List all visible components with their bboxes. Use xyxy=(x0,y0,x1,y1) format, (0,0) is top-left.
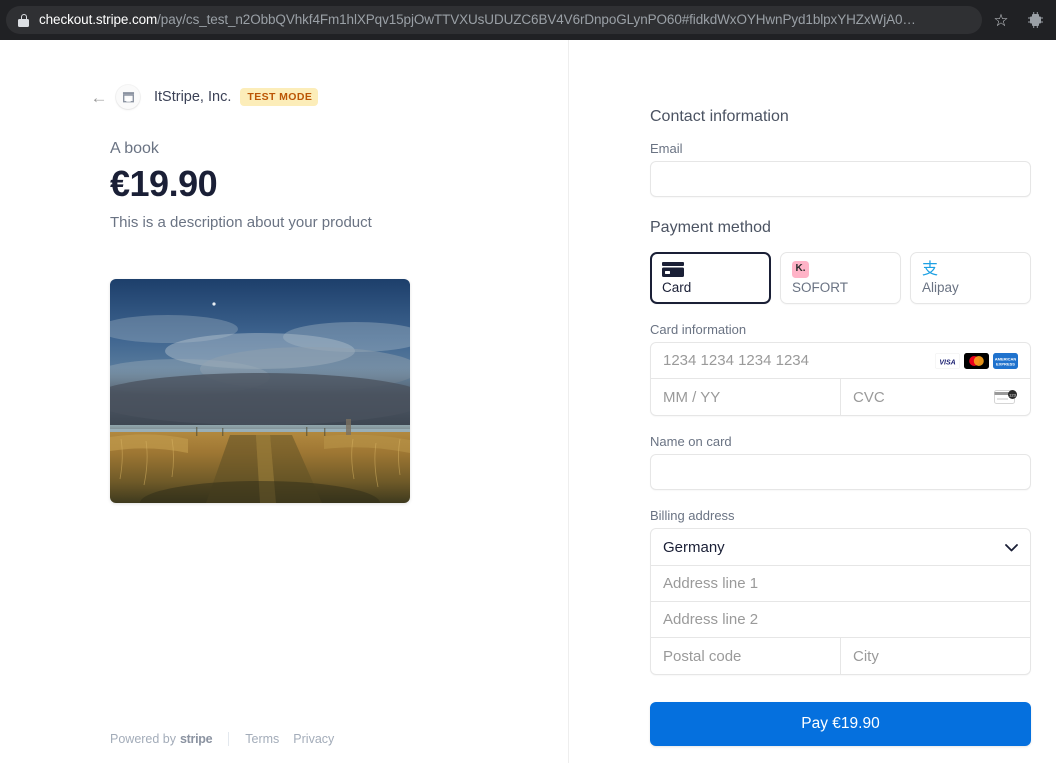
billing-address-group: Germany Address line 1 Address line 2 Po… xyxy=(650,528,1031,675)
alipay-glyph: 支 xyxy=(922,259,939,278)
svg-text:VISA: VISA xyxy=(939,359,955,366)
extension-puzzle-glyph xyxy=(1027,12,1043,28)
address-line2-placeholder: Address line 2 xyxy=(663,611,759,628)
payment-tab-alipay[interactable]: 支 Alipay xyxy=(910,252,1031,304)
country-select[interactable]: Germany xyxy=(651,529,1030,566)
country-value: Germany xyxy=(663,538,725,556)
payment-method-title: Payment method xyxy=(650,219,771,236)
email-label: Email xyxy=(650,141,683,156)
postal-code-field[interactable]: Postal code xyxy=(651,638,840,674)
payment-tab-card-label: Card xyxy=(662,280,692,295)
svg-text:123: 123 xyxy=(1009,392,1016,397)
address-line2-field[interactable]: Address line 2 xyxy=(651,602,1030,638)
back-arrow-icon[interactable]: ← xyxy=(88,86,110,108)
card-expiry-field[interactable]: MM / YY xyxy=(651,379,840,415)
pay-button[interactable]: Pay €19.90 xyxy=(650,702,1031,746)
footer: Powered by stripe Terms Privacy xyxy=(110,732,348,746)
powered-by-stripe[interactable]: Powered by stripe xyxy=(110,732,213,746)
payment-tab-sofort-label: SOFORT xyxy=(792,280,849,295)
card-cvc-placeholder: CVC xyxy=(853,388,885,406)
merchant-header: ← ItStripe, Inc. TEST MODE xyxy=(88,84,568,110)
visa-icon: VISA xyxy=(935,352,960,369)
klarna-badge-text: K. xyxy=(792,260,809,278)
url-path: /pay/cs_test_n2ObbQVhkf4Fm1hlXPqv15pjOwT… xyxy=(157,12,916,27)
payment-method-tabs: Card K. SOFORT 支 Alipay xyxy=(650,252,1031,304)
postal-code-placeholder: Postal code xyxy=(663,647,742,665)
card-expiry-cvc-row: MM / YY CVC 123 xyxy=(651,379,1030,415)
order-summary-panel: ← ItStripe, Inc. TEST MODE A book €19.90… xyxy=(0,40,569,763)
payment-tab-card[interactable]: Card xyxy=(650,252,771,304)
product-name: A book xyxy=(110,140,159,157)
address-line1-placeholder: Address line 1 xyxy=(663,575,759,592)
city-field[interactable]: City xyxy=(840,638,1030,674)
store-icon xyxy=(122,92,134,103)
mastercard-icon xyxy=(964,352,989,369)
url-text: checkout.stripe.com/pay/cs_test_n2ObbQVh… xyxy=(39,6,916,34)
bookmark-star-icon[interactable]: ☆ xyxy=(986,5,1016,35)
svg-text:EXPRESS: EXPRESS xyxy=(996,361,1015,366)
klarna-icon: K. xyxy=(792,260,890,278)
product-image xyxy=(110,278,410,503)
payment-tab-alipay-label: Alipay xyxy=(922,280,959,295)
name-on-card-label: Name on card xyxy=(650,434,732,449)
checkout-page: ← ItStripe, Inc. TEST MODE A book €19.90… xyxy=(0,40,1056,763)
extensions-icon[interactable] xyxy=(1020,5,1050,35)
browser-toolbar: checkout.stripe.com/pay/cs_test_n2ObbQVh… xyxy=(0,0,1056,40)
amex-icon: AMERICAN EXPRESS xyxy=(993,352,1018,369)
email-field[interactable] xyxy=(650,161,1031,197)
pay-button-label: Pay €19.90 xyxy=(801,715,880,732)
privacy-link[interactable]: Privacy xyxy=(293,732,334,746)
product-price: €19.90 xyxy=(110,163,218,204)
credit-card-icon xyxy=(662,260,760,278)
chevron-down-icon xyxy=(1005,541,1018,554)
city-placeholder: City xyxy=(853,647,879,665)
stripe-wordmark: stripe xyxy=(180,732,213,746)
url-domain: checkout.stripe.com xyxy=(39,12,158,27)
landscape-photo xyxy=(110,278,410,503)
cvc-hint-icon: 123 xyxy=(994,390,1017,404)
terms-link[interactable]: Terms xyxy=(245,732,279,746)
card-number-field[interactable]: 1234 1234 1234 1234 VISA AMERICAN EXPRES… xyxy=(651,343,1030,379)
merchant-name: ItStripe, Inc. xyxy=(154,89,232,105)
card-brand-icons: VISA AMERICAN EXPRESS xyxy=(935,352,1018,369)
contact-information-title: Contact information xyxy=(650,108,789,125)
footer-divider xyxy=(228,732,230,746)
address-bar[interactable]: checkout.stripe.com/pay/cs_test_n2ObbQVh… xyxy=(6,6,982,34)
lock-icon xyxy=(18,13,29,27)
payment-form-panel: Contact information Email Payment method… xyxy=(569,40,1056,763)
card-expiry-placeholder: MM / YY xyxy=(663,388,721,406)
billing-address-label: Billing address xyxy=(650,508,735,523)
card-information-label: Card information xyxy=(650,322,747,337)
card-number-placeholder: 1234 1234 1234 1234 xyxy=(663,352,809,369)
card-information-group: 1234 1234 1234 1234 VISA AMERICAN EXPRES… xyxy=(650,342,1031,416)
product-description: This is a description about your product xyxy=(110,213,372,231)
alipay-icon: 支 xyxy=(922,260,1020,278)
address-line1-field[interactable]: Address line 1 xyxy=(651,566,1030,602)
postal-city-row: Postal code City xyxy=(651,638,1030,674)
name-on-card-field[interactable] xyxy=(650,454,1031,490)
payment-tab-sofort[interactable]: K. SOFORT xyxy=(780,252,901,304)
test-mode-badge: TEST MODE xyxy=(240,88,319,106)
card-cvc-field[interactable]: CVC 123 xyxy=(840,379,1030,415)
merchant-avatar xyxy=(116,85,140,109)
